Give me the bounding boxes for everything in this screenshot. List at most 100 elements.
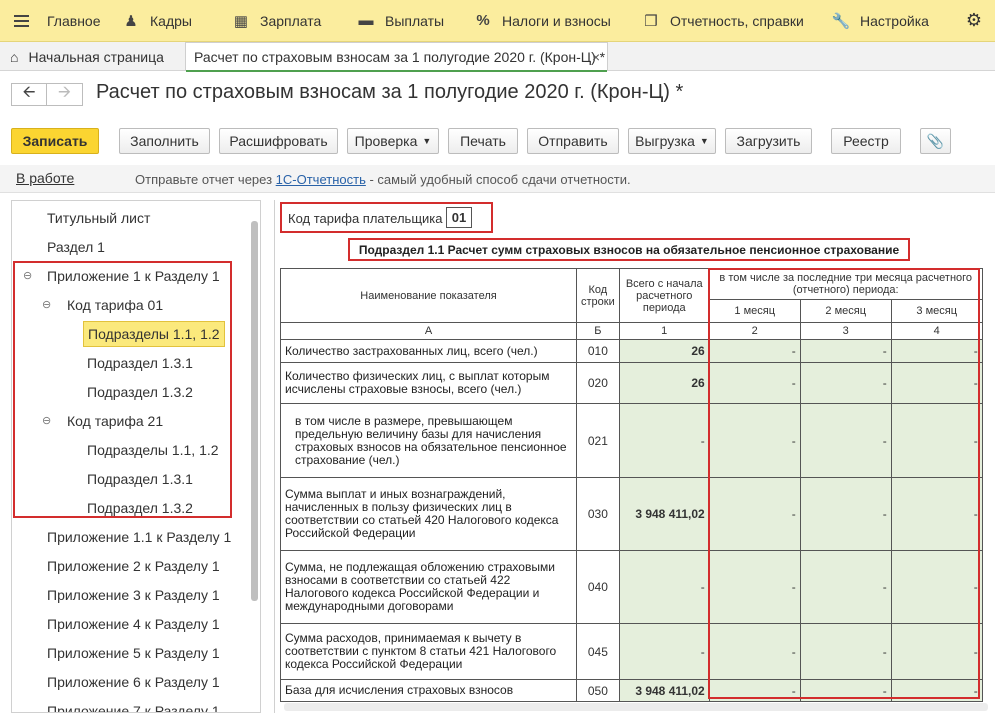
month-1-cell[interactable]: - [708,550,801,624]
column-header-month-1: 1 месяц [708,299,801,323]
menu-item-salary[interactable]: ▦ Зарплата [222,0,347,42]
tree-item-appendix-5[interactable]: Приложение 5 к Разделу 1 [12,638,249,667]
row-code: 030 [576,477,620,551]
menu-item-hr[interactable]: ♟ Кадры [112,0,222,42]
month-2-cell[interactable]: - [799,623,892,680]
month-1-cell[interactable]: - [708,623,801,680]
tree-item-subsections-1-1-1-2[interactable]: Подразделы 1.1, 1.2 [12,435,249,464]
table-row-050: База для исчисления страховых взносов 05… [280,679,983,702]
menu-item-reports[interactable]: ❒ Отчетность, справки [632,0,822,42]
tree-item-appendix-2[interactable]: Приложение 2 к Разделу 1 [12,551,249,580]
export-button-label: Выгрузка [635,133,695,149]
total-cell[interactable]: 3 948 411,02 [618,679,710,702]
month-3-cell[interactable]: - [890,339,983,363]
percent-icon: % [476,12,490,29]
tree-item-subsection-1-3-1[interactable]: Подраздел 1.3.1 [12,464,249,493]
total-cell[interactable]: - [618,550,710,624]
month-2-cell[interactable]: - [799,403,892,478]
month-1-cell[interactable]: - [708,403,801,478]
table-row-021: в том числе в размере, превышающем преде… [280,403,983,478]
load-button[interactable]: Загрузить [725,128,812,154]
row-name: Количество физических лиц, с выплат кото… [280,362,577,404]
tree-item-appendix-6[interactable]: Приложение 6 к Разделу 1 [12,667,249,696]
total-cell[interactable]: - [618,403,710,478]
month-1-cell[interactable]: - [708,477,801,551]
column-index: А [280,322,577,340]
registry-button[interactable]: Реестр [831,128,901,154]
month-2-cell[interactable]: - [799,362,892,404]
tab-home[interactable]: ⌂ Начальная страница [0,42,180,71]
tree-scrollbar[interactable] [251,221,258,601]
month-1-cell[interactable]: - [708,339,801,363]
table-row-020: Количество физических лиц, с выплат кото… [280,362,983,404]
attachment-icon[interactable]: 📎 [920,128,951,154]
print-button[interactable]: Печать [448,128,518,154]
tree-item-appendix-1-1[interactable]: Приложение 1.1 к Разделу 1 [12,522,249,551]
column-header-month-2: 2 месяц [799,299,892,323]
table-row-010: Количество застрахованных лиц, всего (че… [280,339,983,363]
total-cell[interactable]: 26 [618,362,710,404]
menu-item-taxes[interactable]: % Налоги и взносы [464,0,632,42]
tab-bar: ⌂ Начальная страница Расчет по страховым… [0,42,995,72]
tree-item-tariff-21[interactable]: ⊖ Код тарифа 21 [12,406,249,435]
tree-item-subsection-1-3-2[interactable]: Подраздел 1.3.2 [12,377,249,406]
gear-icon[interactable]: ⚙ [953,0,995,42]
decode-button[interactable]: Расшифровать [219,128,338,154]
tree-item-subsection-1-3-2[interactable]: Подраздел 1.3.2 [12,493,249,522]
row-code: 050 [576,679,620,702]
month-2-cell[interactable]: - [799,550,892,624]
close-icon[interactable]: × [592,49,600,65]
sections-tree: Титульный лист Раздел 1 ⊖ Приложение 1 к … [11,200,261,713]
menu-item-payments[interactable]: ▬ Выплаты [347,0,464,42]
month-3-cell[interactable]: - [890,679,983,702]
menu-item-label: Кадры [150,12,192,29]
status-message-prefix: Отправьте отчет через [135,172,276,187]
month-1-cell[interactable]: - [708,362,801,404]
month-2-cell[interactable]: - [799,477,892,551]
month-3-cell[interactable]: - [890,623,983,680]
tariff-code-field[interactable]: 01 [446,207,472,228]
tree-item-tariff-01[interactable]: ⊖ Код тарифа 01 [12,290,249,319]
document-status-link[interactable]: В работе [16,170,74,186]
back-arrow-icon[interactable]: 🡨 [11,83,47,106]
forward-arrow-icon[interactable]: 🡪 [47,83,83,106]
total-cell[interactable]: 26 [618,339,710,363]
menu-item-main[interactable]: Главное [0,0,112,42]
collapse-icon[interactable]: ⊖ [23,269,32,282]
collapse-icon[interactable]: ⊖ [42,298,51,311]
wallet-icon: ▬ [358,12,374,29]
collapse-icon[interactable]: ⊖ [42,414,51,427]
month-3-cell[interactable]: - [890,477,983,551]
export-dropdown-button[interactable]: Выгрузка ▼ [628,128,716,154]
menu-item-settings[interactable]: 🔧 Настройка [822,0,953,42]
main-menu-bar: Главное ♟ Кадры ▦ Зарплата ▬ Выплаты % Н… [0,0,995,42]
month-3-cell[interactable]: - [890,550,983,624]
tree-item-appendix-3[interactable]: Приложение 3 к Разделу 1 [12,580,249,609]
month-2-cell[interactable]: - [799,679,892,702]
tree-item-appendix-7[interactable]: Приложение 7 к Разделу 1 [12,696,249,713]
1c-reporting-link[interactable]: 1С-Отчетность [276,172,366,187]
month-1-cell[interactable]: - [708,679,801,702]
tree-item-subsection-1-3-1[interactable]: Подраздел 1.3.1 [12,348,249,377]
column-index: 1 [618,322,710,340]
column-index: Б [576,322,620,340]
check-dropdown-button[interactable]: Проверка ▼ [347,128,439,154]
tab-report[interactable]: Расчет по страховым взносам за 1 полугод… [185,42,608,72]
tree-item-appendix-1[interactable]: ⊖ Приложение 1 к Разделу 1 [12,261,249,290]
total-cell[interactable]: - [618,623,710,680]
month-3-cell[interactable]: - [890,362,983,404]
month-2-cell[interactable]: - [799,339,892,363]
menu-item-label: Настройка [860,12,929,29]
tree-item-subsections-1-1-1-2-selected[interactable]: Подразделы 1.1, 1.2 [12,319,249,348]
table-row-030: Сумма выплат и иных вознаграждений, начи… [280,477,983,551]
tree-item-section-1[interactable]: Раздел 1 [12,232,249,261]
form-horizontal-scrollbar[interactable] [284,703,988,711]
total-cell[interactable]: 3 948 411,02 [618,477,710,551]
month-3-cell[interactable]: - [890,403,983,478]
fill-button[interactable]: Заполнить [119,128,210,154]
save-button[interactable]: Записать [11,128,99,154]
tree-item-appendix-4[interactable]: Приложение 4 к Разделу 1 [12,609,249,638]
tree-item-title-page[interactable]: Титульный лист [12,203,249,232]
send-button[interactable]: Отправить [527,128,619,154]
contributions-table: Наименование показателя Код строки Всего… [280,268,983,702]
